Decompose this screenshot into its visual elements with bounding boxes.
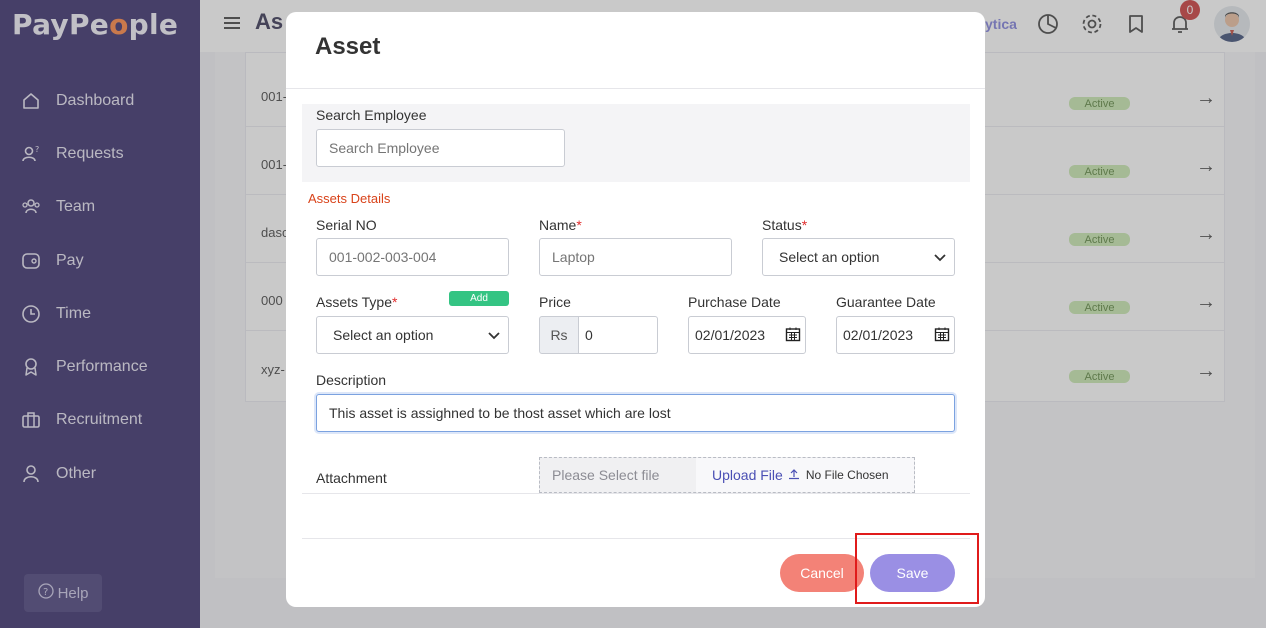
purchase-date-label: Purchase Date	[688, 294, 781, 310]
status-label: Status*	[762, 217, 808, 233]
search-employee-input[interactable]	[316, 129, 565, 167]
upload-icon	[788, 467, 800, 483]
description-label: Description	[316, 372, 387, 388]
search-employee-label: Search Employee	[316, 107, 427, 123]
name-label: Name*	[539, 217, 582, 233]
assets-type-select-value: Select an option	[333, 327, 434, 343]
description-input[interactable]: This asset is assighned to be thost asse…	[316, 394, 955, 432]
name-input[interactable]	[539, 238, 732, 276]
cancel-button[interactable]: Cancel	[780, 554, 864, 592]
add-asset-type-button[interactable]: Add	[449, 291, 509, 306]
assets-type-select[interactable]: Select an option	[316, 316, 509, 354]
currency-prefix: Rs	[539, 316, 579, 354]
assets-type-label: Assets Type*	[316, 294, 398, 310]
chevron-down-icon	[488, 327, 500, 343]
guarantee-date-value: 02/01/2023	[843, 327, 914, 343]
guarantee-date-label: Guarantee Date	[836, 294, 936, 310]
asset-modal: Asset Search Employee Assets Details Ser…	[286, 12, 985, 607]
divider	[302, 493, 970, 494]
price-input[interactable]: 0	[578, 316, 658, 354]
section-title: Assets Details	[308, 191, 391, 206]
serial-no-input[interactable]	[316, 238, 509, 276]
upload-file-label: Upload File	[712, 467, 783, 483]
status-select[interactable]: Select an option	[762, 238, 955, 276]
no-file-chosen-text: No File Chosen	[805, 468, 889, 482]
calendar-icon[interactable]	[785, 326, 801, 345]
price-label: Price	[539, 294, 571, 310]
attachment-label: Attachment	[316, 470, 387, 486]
divider	[286, 88, 985, 89]
purchase-date-input[interactable]: 02/01/2023	[688, 316, 806, 354]
guarantee-date-input[interactable]: 02/01/2023	[836, 316, 955, 354]
status-select-value: Select an option	[779, 249, 880, 265]
highlight-box	[855, 533, 979, 604]
attachment-placeholder: Please Select file	[552, 467, 660, 483]
purchase-date-value: 02/01/2023	[695, 327, 766, 343]
modal-title: Asset	[315, 33, 381, 60]
attachment-field[interactable]: Please Select file Upload File No File C…	[539, 457, 915, 493]
calendar-icon[interactable]	[934, 326, 950, 345]
serial-no-label: Serial NO	[316, 217, 377, 233]
chevron-down-icon	[934, 249, 946, 265]
upload-file-button[interactable]: Upload File No File Chosen	[696, 458, 914, 492]
